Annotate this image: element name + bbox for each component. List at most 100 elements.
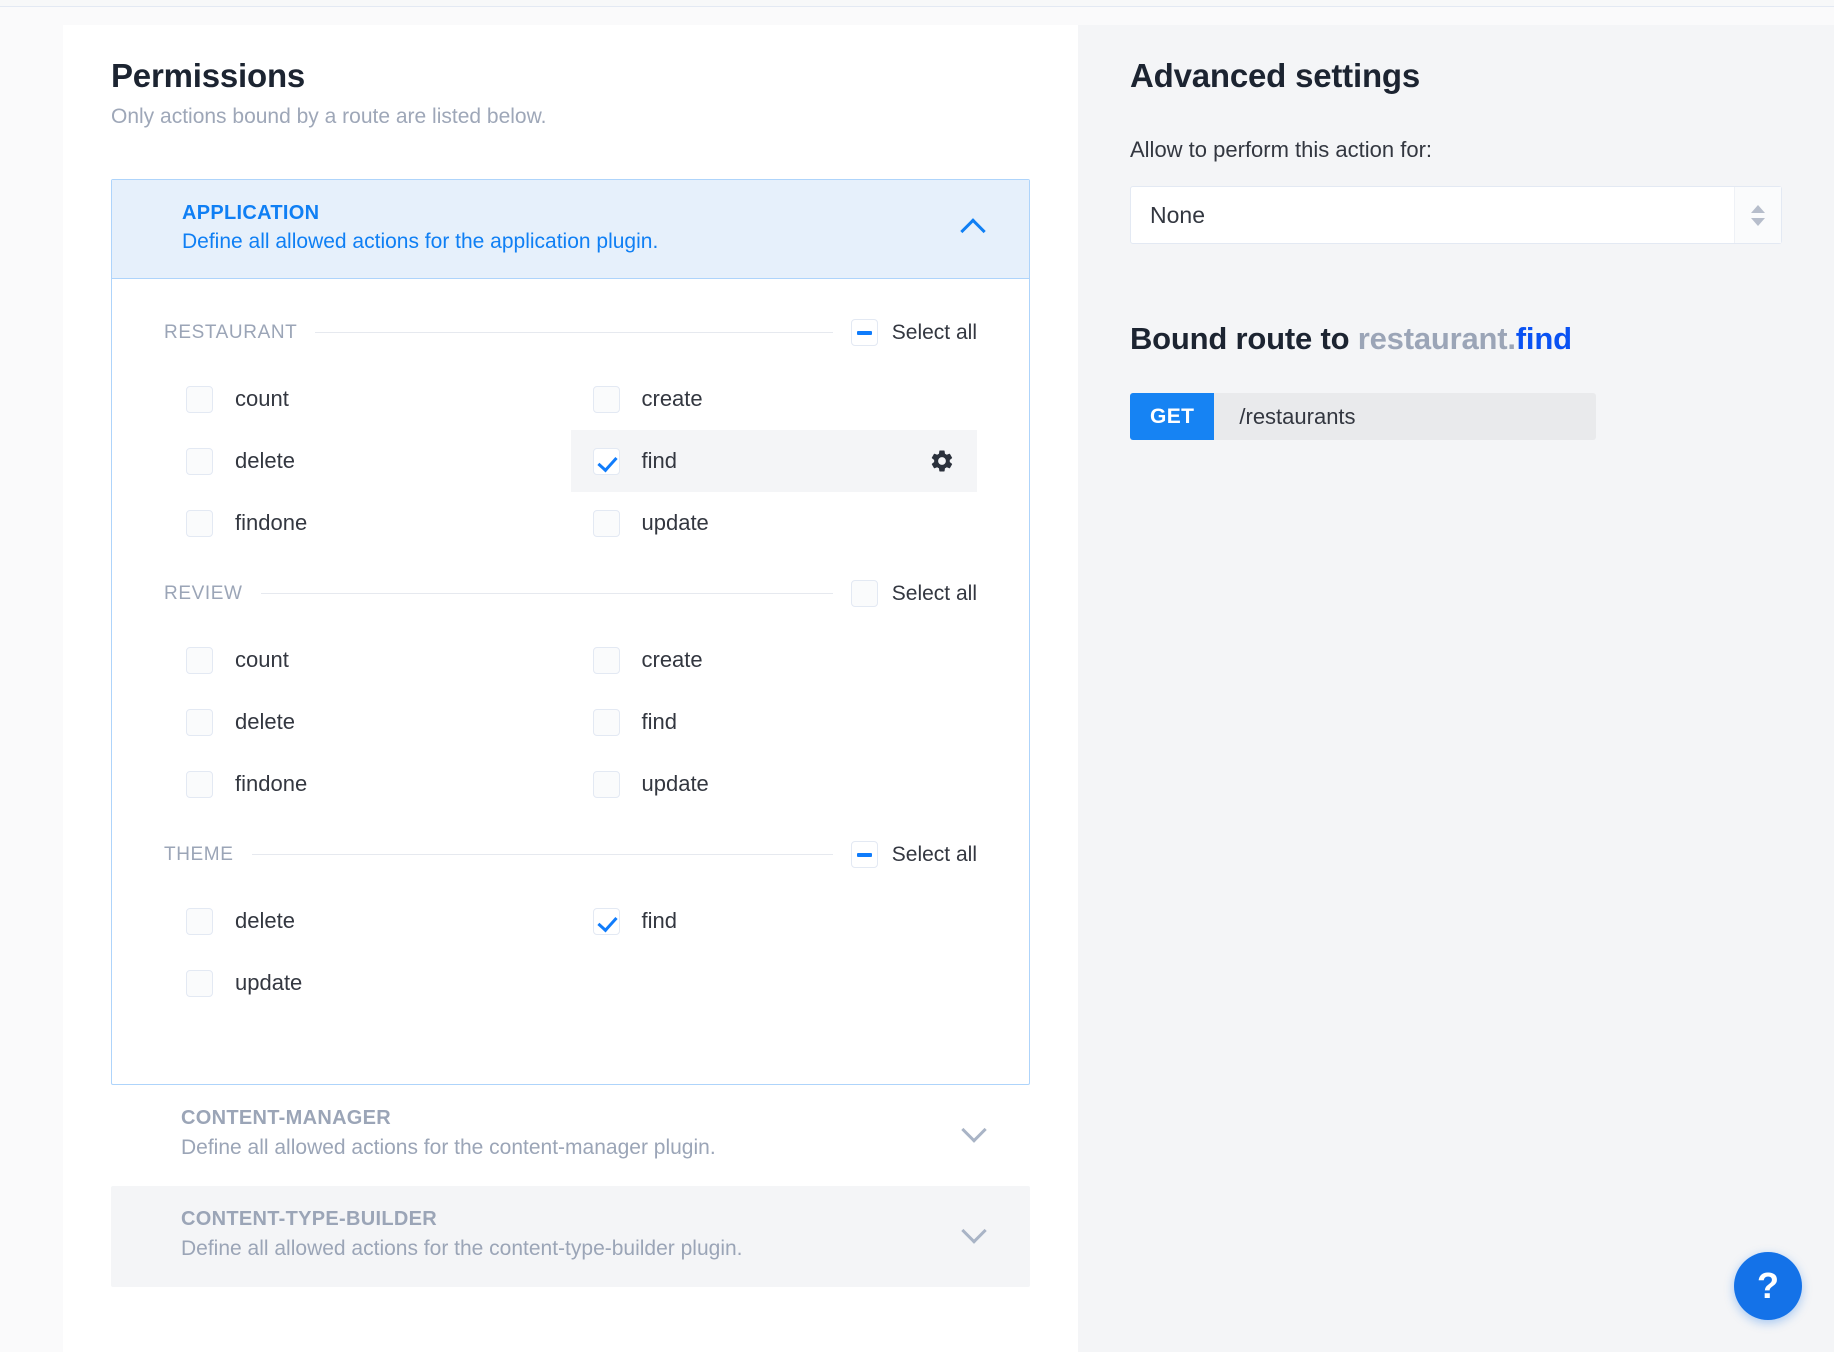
bound-route-action: find xyxy=(1515,321,1572,356)
checkbox-review-update[interactable] xyxy=(592,770,620,798)
checkbox-theme-find[interactable] xyxy=(592,907,620,935)
group-divider xyxy=(251,854,833,856)
accordion-content-type-builder[interactable]: CONTENT-TYPE-BUILDER Define all allowed … xyxy=(111,1186,1030,1288)
chevron-up-icon[interactable] xyxy=(961,215,987,241)
action-review-delete[interactable]: delete xyxy=(164,691,571,753)
group-name-review: REVIEW xyxy=(164,582,243,604)
accordion-content-type-builder-name: CONTENT-TYPE-BUILDER xyxy=(181,1208,437,1231)
accordion-application-header[interactable]: APPLICATION Define all allowed actions f… xyxy=(112,180,1029,280)
stepper-arrows-icon[interactable] xyxy=(1734,187,1781,243)
action-review-create[interactable]: create xyxy=(571,629,978,691)
action-restaurant-count[interactable]: count xyxy=(164,368,571,430)
action-label: update xyxy=(641,510,709,536)
checkbox-restaurant-create[interactable] xyxy=(592,385,620,413)
page-subtitle: Only actions bound by a route are listed… xyxy=(111,105,547,129)
action-review-update[interactable]: update xyxy=(571,753,978,815)
action-theme-delete[interactable]: delete xyxy=(164,890,571,952)
action-label: delete xyxy=(235,448,295,474)
gear-icon[interactable] xyxy=(929,448,955,474)
app-shell: Permissions Only actions bound by a rout… xyxy=(63,25,1834,1352)
select-all-theme-checkbox[interactable] xyxy=(850,841,878,869)
policy-select-value: None xyxy=(1150,201,1205,228)
checkbox-review-count[interactable] xyxy=(186,646,213,674)
action-label: count xyxy=(235,386,289,412)
group-header-restaurant: RESTAURANT Select all xyxy=(164,319,977,347)
select-all-review[interactable]: Select all xyxy=(850,580,977,608)
action-label: update xyxy=(235,970,303,996)
accordion-content-manager[interactable]: CONTENT-MANAGER Define all allowed actio… xyxy=(111,1085,1030,1186)
checkbox-theme-delete[interactable] xyxy=(186,907,213,935)
page-title: Permissions xyxy=(111,57,306,94)
accordion-content-manager-text: CONTENT-MANAGER Define all allowed actio… xyxy=(181,1107,716,1160)
select-all-review-checkbox[interactable] xyxy=(850,580,878,608)
action-grid-restaurant: count create delete find findone update xyxy=(164,368,977,554)
action-review-find[interactable]: find xyxy=(571,691,978,753)
chevron-down-icon[interactable] xyxy=(962,1222,988,1248)
help-button[interactable]: ? xyxy=(1734,1252,1802,1320)
action-grid-review: count create delete find findone update xyxy=(164,629,977,815)
action-grid-theme: delete find update xyxy=(164,890,977,1014)
action-label: delete xyxy=(235,709,295,735)
select-all-theme[interactable]: Select all xyxy=(850,841,977,869)
accordion-content-manager-name: CONTENT-MANAGER xyxy=(181,1107,392,1130)
advanced-settings-panel: Advanced settings Allow to perform this … xyxy=(1078,25,1834,1352)
action-review-count[interactable]: count xyxy=(164,629,571,691)
select-all-restaurant[interactable]: Select all xyxy=(850,319,977,347)
bound-route-title: Bound route to restaurant.find xyxy=(1130,321,1782,357)
permissions-content: Permissions Only actions bound by a rout… xyxy=(63,55,1078,1288)
route-path: /restaurants xyxy=(1239,403,1356,429)
select-all-restaurant-checkbox[interactable] xyxy=(850,319,878,347)
checkbox-restaurant-findone[interactable] xyxy=(186,509,213,537)
action-review-findone[interactable]: findone xyxy=(164,753,571,815)
checkbox-review-create[interactable] xyxy=(592,646,620,674)
action-theme-find[interactable]: find xyxy=(571,890,978,952)
question-mark-icon: ? xyxy=(1757,1265,1779,1306)
advanced-settings-title: Advanced settings xyxy=(1130,57,1421,94)
checkbox-restaurant-count[interactable] xyxy=(186,385,213,413)
action-restaurant-find[interactable]: find xyxy=(570,430,977,493)
accordion-content-manager-description: Define all allowed actions for the conte… xyxy=(181,1136,716,1160)
action-restaurant-delete[interactable]: delete xyxy=(164,430,571,492)
group-header-theme: THEME Select all xyxy=(164,841,977,869)
action-label: find xyxy=(641,448,677,474)
arrow-up-icon xyxy=(1751,204,1765,213)
checkbox-review-find[interactable] xyxy=(592,708,620,736)
select-all-review-label: Select all xyxy=(891,581,977,605)
checkbox-review-delete[interactable] xyxy=(186,708,213,736)
checkbox-restaurant-delete[interactable] xyxy=(186,447,213,475)
action-restaurant-findone[interactable]: findone xyxy=(164,492,571,554)
bound-route-model: restaurant xyxy=(1357,321,1508,356)
policy-select[interactable]: None xyxy=(1130,186,1782,244)
top-divider xyxy=(0,0,1834,7)
action-label: create xyxy=(641,647,703,673)
action-restaurant-create[interactable]: create xyxy=(571,368,978,430)
action-label: find xyxy=(641,908,677,934)
route-method-badge: GET xyxy=(1130,393,1215,440)
checkbox-theme-update[interactable] xyxy=(186,969,213,997)
bound-route-row: GET /restaurants xyxy=(1130,393,1596,440)
select-all-theme-label: Select all xyxy=(891,842,977,866)
accordion-application-text: APPLICATION Define all allowed actions f… xyxy=(182,202,658,254)
group-name-theme: THEME xyxy=(164,843,234,865)
accordion-application-body: RESTAURANT Select all count create delet… xyxy=(112,279,1029,1084)
accordion-content-type-builder-text: CONTENT-TYPE-BUILDER Define all allowed … xyxy=(181,1208,743,1261)
checkbox-restaurant-update[interactable] xyxy=(592,509,620,537)
action-restaurant-update[interactable]: update xyxy=(571,492,978,554)
action-label: update xyxy=(641,771,709,797)
action-label: count xyxy=(235,647,289,673)
arrow-down-icon xyxy=(1751,217,1765,226)
checkbox-review-findone[interactable] xyxy=(186,770,213,798)
select-all-restaurant-label: Select all xyxy=(891,320,977,344)
action-label: find xyxy=(641,709,677,735)
accordion-content-type-builder-description: Define all allowed actions for the conte… xyxy=(181,1237,743,1261)
action-label: findone xyxy=(235,771,308,797)
action-label: delete xyxy=(235,908,295,934)
chevron-down-icon[interactable] xyxy=(962,1121,988,1147)
action-theme-update[interactable]: update xyxy=(164,952,571,1014)
group-name-restaurant: RESTAURANT xyxy=(164,321,298,343)
group-divider xyxy=(315,332,833,334)
bound-route-separator: . xyxy=(1507,321,1516,356)
checkbox-restaurant-find[interactable] xyxy=(592,447,620,475)
group-header-review: REVIEW Select all xyxy=(164,580,977,608)
accordion-application: APPLICATION Define all allowed actions f… xyxy=(111,179,1030,1086)
